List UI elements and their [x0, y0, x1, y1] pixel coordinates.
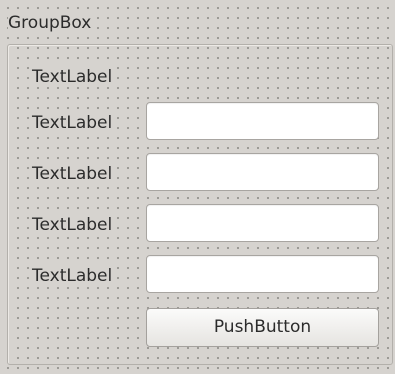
text-label-4: TextLabel — [32, 215, 115, 235]
line-edit-1[interactable] — [146, 102, 379, 140]
line-edit-4[interactable] — [146, 255, 379, 293]
text-label-5: TextLabel — [32, 266, 115, 286]
line-edit-2[interactable] — [146, 153, 379, 191]
groupbox-title: GroupBox — [8, 13, 96, 33]
text-label-2: TextLabel — [32, 113, 115, 133]
push-button[interactable]: PushButton — [146, 308, 379, 347]
line-edit-3[interactable] — [146, 204, 379, 242]
text-label-1: TextLabel — [32, 67, 115, 87]
text-label-3: TextLabel — [32, 164, 115, 184]
